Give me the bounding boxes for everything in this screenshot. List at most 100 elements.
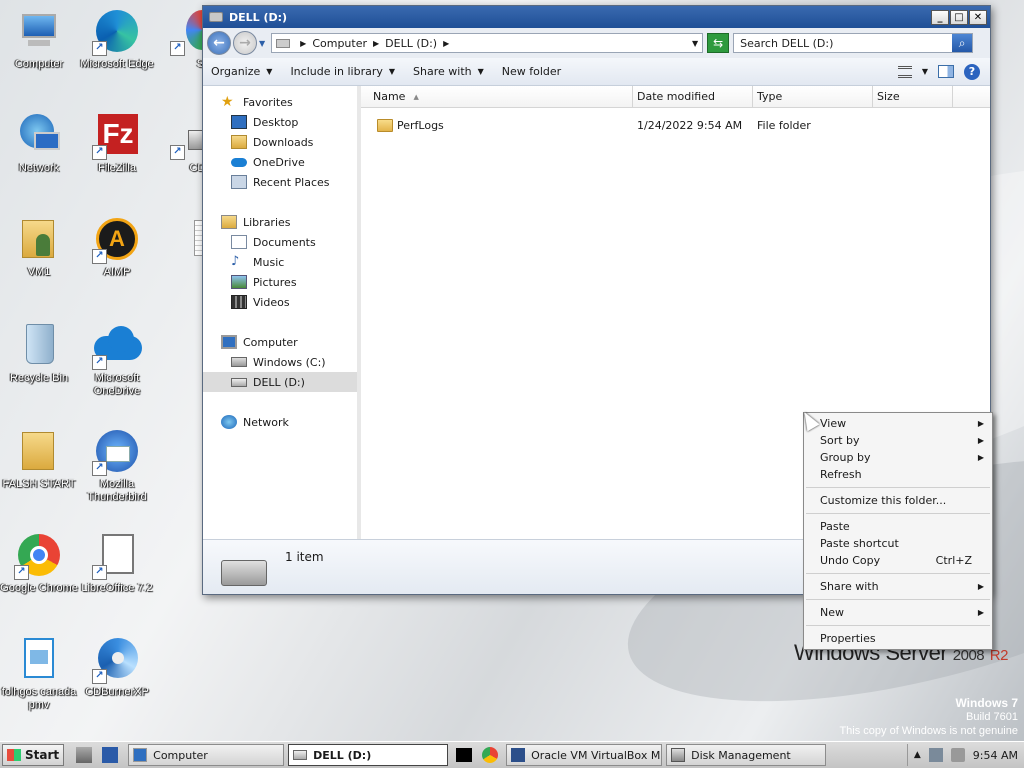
nav-pictures[interactable]: Pictures [203, 272, 357, 292]
nav-onedrive[interactable]: OneDrive [203, 152, 357, 172]
desktop-icon-filezilla[interactable]: Fz ↗ FileZilla [78, 112, 156, 175]
include-in-library-button[interactable]: Include in library ▼ [290, 65, 395, 78]
command-prompt-icon[interactable] [456, 748, 473, 762]
submenu-arrow-icon: ▶ [977, 453, 984, 462]
nav-favorites[interactable]: ★ Favorites [203, 92, 357, 112]
menu-item-paste-shortcut[interactable]: Paste shortcut [804, 535, 992, 552]
clock[interactable]: 9:54 AM [973, 749, 1018, 762]
shortcut-arrow-icon: ↗ [92, 249, 107, 264]
forward-button[interactable]: → [233, 31, 257, 55]
nav-recent-places[interactable]: Recent Places [203, 172, 357, 192]
breadcrumb-dell-d[interactable]: DELL (D:) [385, 37, 437, 50]
menu-item-properties[interactable]: Properties [804, 630, 992, 647]
menu-item-new[interactable]: New ▶ [804, 604, 992, 621]
music-icon: ♪ [231, 254, 240, 269]
new-folder-button[interactable]: New folder [502, 65, 561, 78]
libraries-icon [221, 215, 237, 229]
back-button[interactable]: ← [207, 31, 231, 55]
column-header-date[interactable]: Date modified [633, 86, 753, 107]
desktop-icon-falsh-start[interactable]: FALSH START [0, 428, 78, 491]
server-manager-icon[interactable] [76, 747, 93, 763]
breadcrumb-separator-icon[interactable]: ▶ [443, 39, 449, 48]
column-header-size[interactable]: Size [873, 86, 953, 107]
desktop-icon-microsoft-edge[interactable]: ↗ Microsoft Edge [78, 8, 156, 71]
close-button[interactable]: ✕ [969, 9, 987, 25]
menu-item-refresh[interactable]: Refresh [804, 466, 992, 483]
desktop-icon-recycle-bin[interactable]: Recycle Bin [0, 322, 78, 385]
desktop-icon-label: CDBurnerXP [85, 686, 149, 698]
nav-label: Libraries [243, 215, 291, 229]
desktop-icon-libreoffice[interactable]: ↗ LibreOffice 7.2 [78, 532, 156, 595]
file-row[interactable]: PerfLogs 1/24/2022 9:54 AM File folder [361, 114, 990, 136]
chrome-icon[interactable] [482, 747, 499, 763]
menu-item-undo-copy[interactable]: Undo Copy Ctrl+Z [804, 552, 992, 569]
menu-item-view[interactable]: View ▶ [804, 415, 992, 432]
nav-desktop[interactable]: Desktop [203, 112, 357, 132]
share-with-button[interactable]: Share with ▼ [413, 65, 484, 78]
nav-libraries[interactable]: Libraries [203, 212, 357, 232]
onedrive-icon: ↗ [92, 322, 142, 370]
column-header-type[interactable]: Type [753, 86, 873, 107]
menu-item-customize-folder[interactable]: Customize this folder... [804, 492, 992, 509]
desktop-icon-onedrive[interactable]: ↗ Microsoft OneDrive [78, 322, 156, 398]
column-header-name[interactable]: Name ▲ [361, 86, 633, 107]
nav-computer[interactable]: Computer [203, 332, 357, 352]
desktop-icon-computer[interactable]: Computer [0, 8, 78, 71]
chevron-down-icon: ▼ [477, 67, 484, 76]
search-icon[interactable]: ⌕ [952, 34, 973, 52]
address-bar[interactable]: ▶ Computer ▶ DELL (D:) ▶ ▼ [271, 33, 704, 53]
volume-icon[interactable] [950, 748, 965, 762]
menu-item-share-with[interactable]: Share with ▶ [804, 578, 992, 595]
change-view-icon[interactable] [897, 65, 912, 78]
drive-icon [231, 377, 247, 387]
breadcrumb-separator-icon[interactable]: ▶ [373, 39, 379, 48]
show-hidden-icons-icon[interactable]: ▲ [914, 750, 921, 760]
desktop-icon-google-chrome[interactable]: ↗ Google Chrome [0, 532, 78, 595]
breadcrumb-computer[interactable]: Computer [312, 37, 367, 50]
menu-label: New [820, 606, 844, 619]
help-icon[interactable]: ? [964, 63, 980, 80]
powershell-icon[interactable] [102, 747, 119, 763]
desktop-icon-vm1[interactable]: VM1 [0, 216, 78, 279]
desktop-icon-thunderbird[interactable]: ↗ Mozilla Thunderbird [78, 428, 156, 504]
nav-network[interactable]: Network [203, 412, 357, 432]
shortcut-arrow-icon: ↗ [92, 355, 107, 370]
minimize-button[interactable]: _ [931, 9, 949, 25]
network-tray-icon[interactable] [928, 748, 943, 762]
address-dropdown-icon[interactable]: ▼ [692, 39, 698, 48]
chevron-down-icon[interactable]: ▼ [922, 67, 928, 76]
nav-windows-c[interactable]: Windows (C:) [203, 352, 357, 372]
nav-documents[interactable]: Documents [203, 232, 357, 252]
desktop-icon-aimp[interactable]: A ↗ AIMP [78, 216, 156, 279]
nav-music[interactable]: ♪ Music [203, 252, 357, 272]
menu-item-group-by[interactable]: Group by ▶ [804, 449, 992, 466]
taskbar-button-computer[interactable]: Computer [128, 744, 285, 766]
organize-button[interactable]: Organize ▼ [211, 65, 272, 78]
documents-icon [231, 235, 247, 249]
sort-ascending-icon: ▲ [413, 92, 419, 101]
refresh-button[interactable]: ⇆ [707, 33, 730, 53]
menu-label: Refresh [820, 468, 862, 481]
taskbar-button-dell-d[interactable]: DELL (D:) [288, 744, 449, 766]
nav-videos[interactable]: Videos [203, 292, 357, 312]
breadcrumb-separator-icon[interactable]: ▶ [300, 39, 306, 48]
taskbar-button-virtualbox[interactable]: Oracle VM VirtualBox Ma... [506, 744, 663, 766]
desktop-icon-label: Microsoft OneDrive [93, 372, 141, 397]
document-icon [16, 636, 62, 682]
window-titlebar[interactable]: DELL (D:) _ □ ✕ [203, 6, 990, 28]
nav-dell-d[interactable]: DELL (D:) [203, 372, 357, 392]
menu-item-sort-by[interactable]: Sort by ▶ [804, 432, 992, 449]
maximize-button[interactable]: □ [950, 9, 968, 25]
desktop-icon-cdburnerxp[interactable]: ↗ CDBurnerXP [78, 636, 156, 699]
nav-downloads[interactable]: Downloads [203, 132, 357, 152]
task-label: DELL (D:) [313, 748, 372, 762]
desktop-icon-network[interactable]: Network [0, 112, 78, 175]
shortcut-arrow-icon: ↗ [92, 669, 107, 684]
recent-pages-dropdown-icon[interactable]: ▼ [259, 39, 265, 48]
search-input[interactable]: Search DELL (D:) ⌕ [733, 33, 974, 53]
menu-item-paste[interactable]: Paste [804, 518, 992, 535]
preview-pane-icon[interactable] [938, 65, 954, 78]
taskbar-button-disk-management[interactable]: Disk Management [666, 744, 827, 766]
start-button[interactable]: Start [2, 744, 65, 766]
desktop-icon-folhgos[interactable]: folhgos canada pmv [0, 636, 78, 712]
